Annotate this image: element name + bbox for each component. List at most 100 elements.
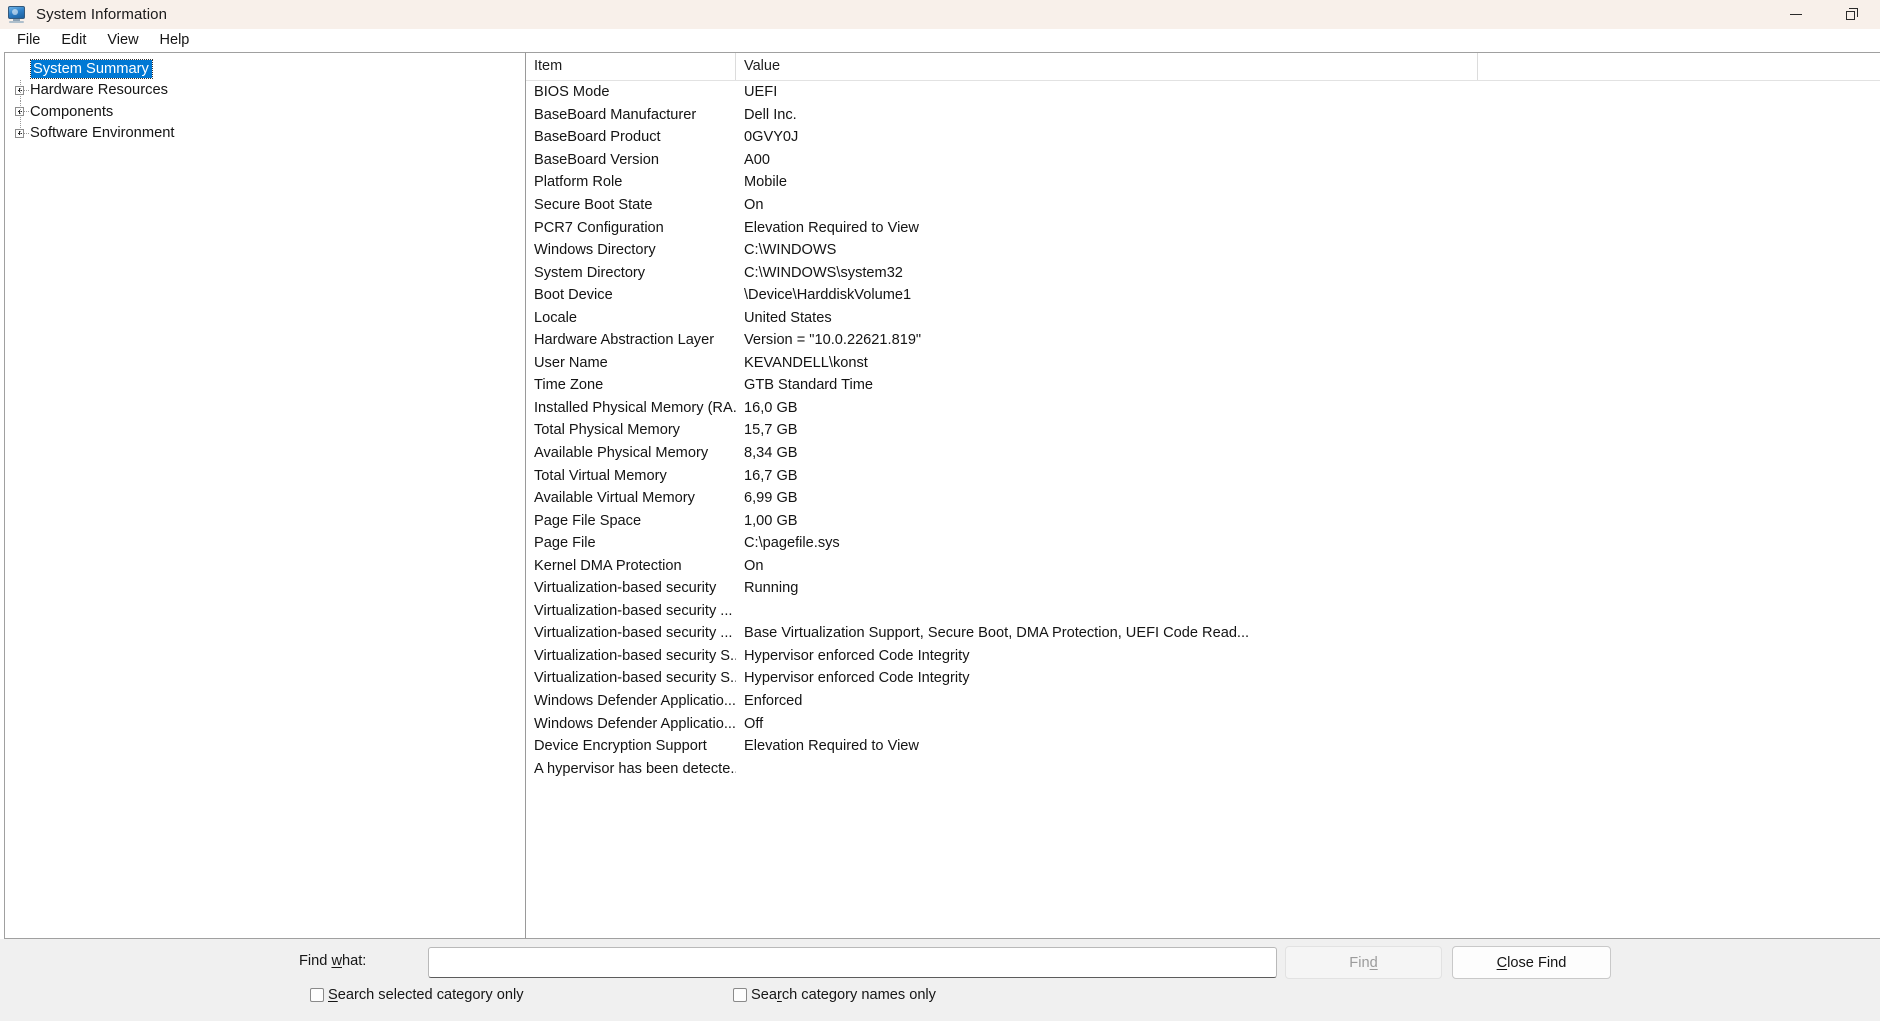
table-row[interactable]: Secure Boot State On — [526, 194, 1880, 217]
table-row[interactable]: Windows Directory C:\WINDOWS — [526, 239, 1880, 262]
cell-item: Time Zone — [534, 377, 604, 394]
cell-item: BaseBoard Product — [534, 129, 661, 146]
cell-value: 0GVY0J — [744, 129, 799, 146]
table-row[interactable]: Platform Role Mobile — [526, 171, 1880, 194]
table-row[interactable]: Virtualization-based security ... — [526, 600, 1880, 623]
cell-value: United States — [744, 309, 832, 326]
table-row[interactable]: Hardware Abstraction Layer Version = "10.… — [526, 329, 1880, 352]
tree-item-label: System Summary — [30, 58, 153, 79]
table-row[interactable]: System Directory C:\WINDOWS\system32 — [526, 261, 1880, 284]
search-category-names-checkbox-row[interactable]: Search category names only — [733, 987, 936, 1003]
table-row[interactable]: PCR7 Configuration Elevation Required to … — [526, 216, 1880, 239]
column-header-item[interactable]: Item — [526, 53, 736, 80]
table-row[interactable]: Virtualization-based security S... Hyperv… — [526, 645, 1880, 668]
search-selected-category-checkbox-row[interactable]: Search selected category only — [310, 987, 524, 1003]
find-button-prefix: Fin — [1349, 954, 1370, 971]
cell-value: KEVANDELL\konst — [744, 354, 868, 371]
table-row[interactable]: A hypervisor has been detecte... — [526, 757, 1880, 780]
restore-icon — [1845, 8, 1859, 21]
menu-item-edit[interactable]: Edit — [51, 30, 97, 52]
table-row[interactable]: Windows Defender Applicatio... Off — [526, 712, 1880, 735]
table-row[interactable]: Virtualization-based security S... Hyperv… — [526, 667, 1880, 690]
table-row[interactable]: Time Zone GTB Standard Time — [526, 374, 1880, 397]
tree-item-components[interactable]: Components — [11, 101, 525, 123]
cell-item: Secure Boot State — [534, 197, 653, 213]
menu-item-view[interactable]: View — [97, 30, 149, 52]
column-header-value[interactable]: Value — [736, 53, 1478, 80]
find-input[interactable] — [428, 947, 1277, 978]
table-row[interactable]: Virtualization-based security Running — [526, 577, 1880, 600]
cell-item: Available Virtual Memory — [534, 490, 695, 507]
find-button[interactable]: Fin d — [1285, 946, 1442, 979]
cell-item: Virtualization-based security — [534, 580, 717, 597]
expand-icon[interactable] — [11, 101, 30, 123]
table-row[interactable]: Virtualization-based security ... Base Vi… — [526, 622, 1880, 645]
cell-value: \Device\HarddiskVolume1 — [744, 287, 912, 304]
tree-item-hardware-resources[interactable]: Hardware Resources — [11, 79, 525, 101]
table-row[interactable]: BaseBoard Manufacturer Dell Inc. — [526, 104, 1880, 127]
table-row[interactable]: Locale United States — [526, 306, 1880, 329]
window-controls — [1768, 0, 1880, 29]
table-row[interactable]: BIOS Mode UEFI — [526, 81, 1880, 104]
table-row[interactable]: BaseBoard Product 0GVY0J — [526, 126, 1880, 149]
table-row[interactable]: User Name KEVANDELL\konst — [526, 352, 1880, 375]
minimize-icon — [1790, 14, 1802, 15]
restore-button[interactable] — [1824, 0, 1880, 29]
tree-item-system-summary[interactable]: System Summary — [11, 58, 525, 80]
cell-value: Elevation Required to View — [744, 219, 919, 236]
cell-item: Installed Physical Memory (RA... — [534, 399, 736, 416]
table-row[interactable]: Boot Device \Device\HarddiskVolume1 — [526, 284, 1880, 307]
cell-value: C:\WINDOWS — [744, 242, 837, 259]
table-row[interactable]: BaseBoard Version A00 — [526, 149, 1880, 172]
find-button-accel: d — [1369, 954, 1378, 971]
table-row[interactable]: Installed Physical Memory (RA... 16,0 GB — [526, 397, 1880, 420]
find-bar: Find what: Fin d Close Find Search select… — [0, 939, 1880, 1021]
cell-item: Virtualization-based security S... — [534, 670, 736, 687]
tree-item-label: Hardware Resources — [30, 82, 168, 99]
table-row[interactable]: Windows Defender Applicatio... Enforced — [526, 690, 1880, 713]
cell-item: Windows Directory — [534, 242, 656, 259]
table-row[interactable]: Page File Space 1,00 GB — [526, 509, 1880, 532]
close-find-button[interactable]: Close Find — [1452, 946, 1611, 979]
cell-item: Device Encryption Support — [534, 738, 707, 755]
cell-item: A hypervisor has been detecte... — [534, 760, 736, 777]
search-selected-category-label: Search selected category only — [328, 987, 524, 1003]
cell-item: Windows Defender Applicatio... — [534, 693, 736, 710]
system-information-window: System Information File Edit View Help S… — [0, 0, 1880, 1021]
menu-item-file[interactable]: File — [7, 30, 51, 52]
cell-value: Enforced — [744, 693, 803, 710]
expand-icon[interactable] — [11, 122, 30, 145]
cell-value: 8,34 GB — [744, 445, 798, 462]
find-what-label-prefix: Find — [299, 953, 332, 969]
cell-item: Page File Space — [534, 512, 642, 529]
tree-item-software-environment[interactable]: Software Environment — [11, 122, 525, 145]
table-row[interactable]: Total Physical Memory 15,7 GB — [526, 419, 1880, 442]
cell-value: C:\WINDOWS\system32 — [744, 264, 903, 281]
cell-value: Elevation Required to View — [744, 738, 919, 755]
search-category-names-checkbox[interactable] — [733, 988, 747, 1002]
table-row[interactable]: Available Virtual Memory 6,99 GB — [526, 487, 1880, 510]
cell-value: On — [744, 557, 764, 574]
table-row[interactable]: Available Physical Memory 8,34 GB — [526, 442, 1880, 465]
cell-item: Platform Role — [534, 174, 623, 191]
cell-item: Total Physical Memory — [534, 422, 680, 439]
minimize-button[interactable] — [1768, 0, 1824, 29]
details-list-rows: BIOS Mode UEFI BaseBoard Manufacturer Dell … — [526, 81, 1880, 780]
tree-item-label: Software Environment — [30, 125, 175, 142]
menu-item-help[interactable]: Help — [150, 30, 201, 52]
expand-icon[interactable] — [11, 79, 30, 101]
table-row[interactable]: Page File C:\pagefile.sys — [526, 532, 1880, 555]
cell-item: Virtualization-based security ... — [534, 602, 733, 619]
search-selected-category-checkbox[interactable] — [310, 988, 324, 1002]
column-header-filler[interactable] — [1478, 53, 1880, 80]
table-row[interactable]: Total Virtual Memory 16,7 GB — [526, 464, 1880, 487]
cell-item: Page File — [534, 535, 596, 552]
list-header: Item Value — [526, 53, 1880, 81]
cell-item: Total Virtual Memory — [534, 467, 667, 484]
table-row[interactable]: Kernel DMA Protection On — [526, 554, 1880, 577]
monitor-icon — [7, 5, 27, 24]
cell-value: 1,00 GB — [744, 512, 798, 529]
find-what-label-accel: w — [331, 953, 342, 969]
cell-item: User Name — [534, 354, 608, 371]
table-row[interactable]: Device Encryption Support Elevation Requi… — [526, 735, 1880, 758]
